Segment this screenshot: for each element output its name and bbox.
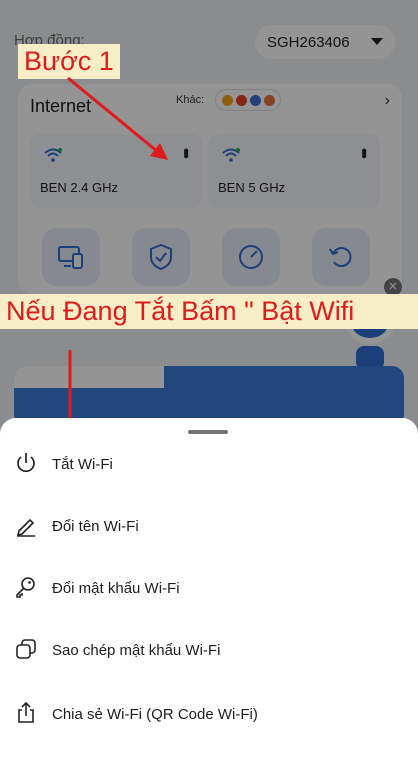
menu-item-label: Đổi tên Wi-Fi [52,517,139,535]
power-icon [17,453,35,473]
wifi-options-sheet: Tắt Wi-Fi Đổi tên Wi-Fi Đổi mật khẩu Wi-… [0,418,418,764]
copy-icon [16,639,36,659]
pencil-icon [16,518,35,537]
turn-off-wifi-item[interactable]: Tắt Wi-Fi [0,438,418,490]
key-icon [16,577,35,598]
instruction-annotation: Nếu Đang Tắt Bấm " Bật Wifi [0,294,418,329]
share-icon [18,701,34,723]
rename-wifi-item[interactable]: Đổi tên Wi-Fi [0,500,418,552]
menu-item-label: Chia sẻ Wi-Fi (QR Code Wi-Fi) [52,705,258,723]
copy-password-item[interactable]: Sao chép mật khẩu Wi-Fi [0,624,418,676]
sheet-grabber[interactable] [188,430,228,434]
menu-item-label: Sao chép mật khẩu Wi-Fi [52,641,221,659]
share-wifi-item[interactable]: Chia sẻ Wi-Fi (QR Code Wi-Fi) [0,688,418,740]
menu-item-label: Tắt Wi-Fi [52,455,113,473]
step-annotation: Bước 1 [18,44,120,79]
menu-item-label: Đổi mật khẩu Wi-Fi [52,579,180,597]
change-password-item[interactable]: Đổi mật khẩu Wi-Fi [0,562,418,614]
